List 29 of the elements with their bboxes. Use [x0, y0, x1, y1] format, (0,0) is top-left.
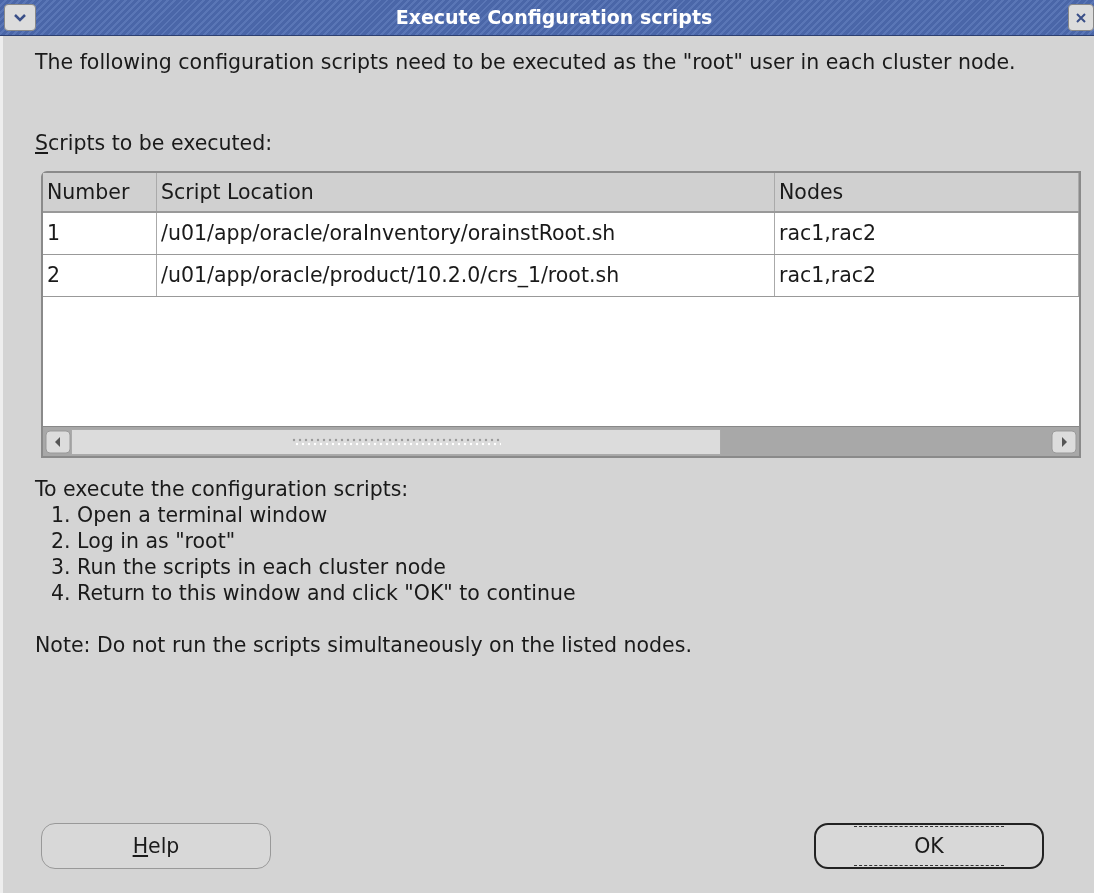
note-text: Note: Do not run the scripts simultaneously on the listed nodes.	[35, 632, 693, 658]
table-cell: /u01/app/oracle/product/10.2.0/crs_1/root.sh	[157, 255, 775, 296]
table-cell: rac1,rac2	[775, 213, 1079, 254]
help-button[interactable]: Help	[41, 823, 271, 869]
instruction-step: 3. Run the scripts in each cluster node	[35, 554, 1062, 580]
column-header[interactable]: Script Location	[157, 173, 775, 211]
column-header[interactable]: Number	[43, 173, 157, 211]
grip-icon	[291, 436, 501, 447]
table-label: Scripts to be executed:	[35, 131, 274, 155]
table-cell: /u01/app/oracle/oraInventory/orainstRoot.sh	[157, 213, 775, 254]
table-cell: 2	[43, 255, 157, 296]
instructions-title: To execute the configuration scripts:	[35, 476, 410, 502]
table-cell: 1	[43, 213, 157, 254]
window-menu-button[interactable]	[4, 4, 36, 31]
table-cell: rac1,rac2	[775, 255, 1079, 296]
ok-button[interactable]: OK	[814, 823, 1044, 869]
chevron-down-icon	[13, 12, 27, 23]
scroll-right-icon[interactable]	[1051, 429, 1077, 454]
instruction-step: 4. Return to this window and click "OK" to continue	[35, 580, 1062, 606]
close-icon	[1076, 12, 1086, 23]
intro-text: The following configuration scripts need to be executed as the "root" user in each cluster node.	[35, 49, 1017, 76]
column-header[interactable]: Nodes	[775, 173, 1079, 211]
instruction-step: 1. Open a terminal window	[35, 502, 1062, 528]
window-title: Execute Configuration scripts	[395, 5, 713, 31]
horizontal-scrollbar[interactable]	[43, 426, 1079, 456]
scroll-left-icon[interactable]	[45, 429, 71, 454]
instruction-step: 2. Log in as "root"	[35, 528, 1062, 554]
close-button[interactable]	[1068, 4, 1094, 31]
scrollbar-thumb[interactable]	[71, 428, 721, 455]
